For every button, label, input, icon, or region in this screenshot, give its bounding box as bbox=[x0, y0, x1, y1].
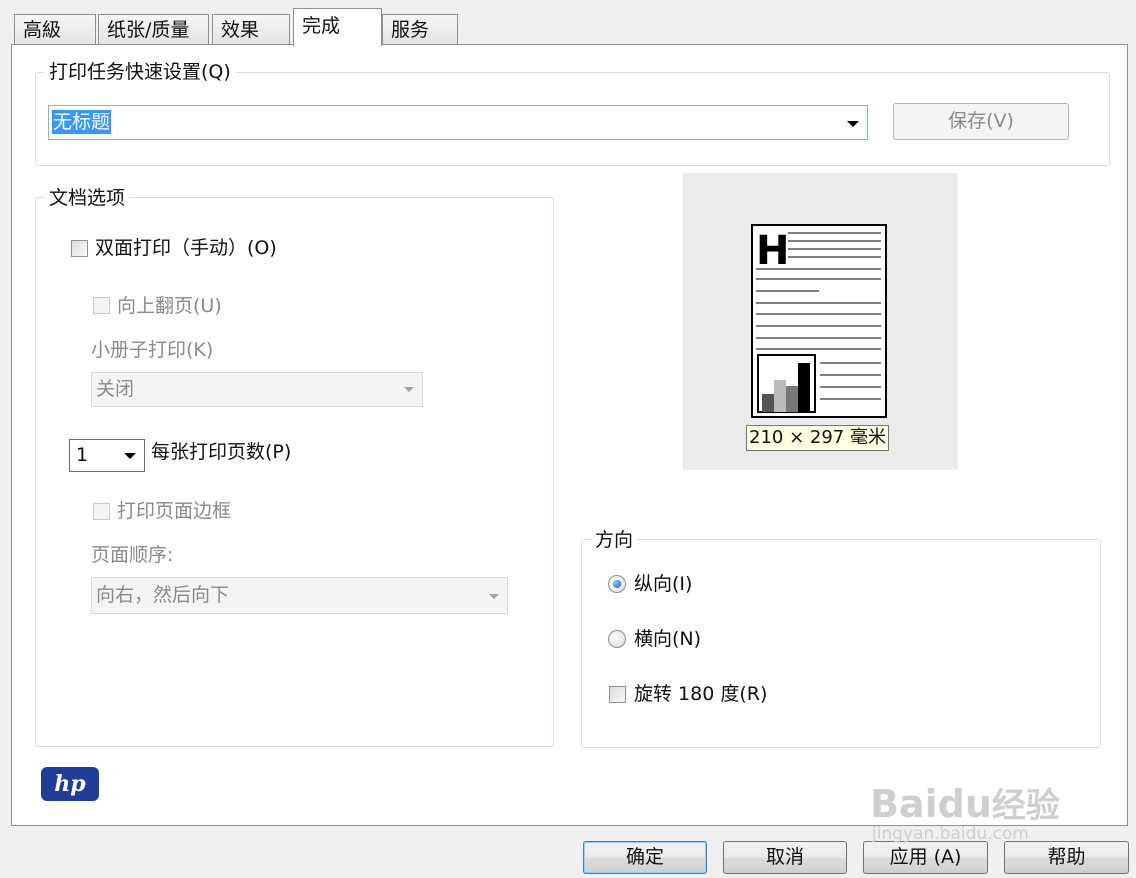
print-borders-checkbox[interactable] bbox=[93, 503, 110, 520]
watermark-logo: Baidu经验 bbox=[870, 778, 1060, 827]
quick-settings-value[interactable]: 无标题 bbox=[52, 110, 112, 134]
duplex-label: 双面打印（手动）(O) bbox=[95, 237, 277, 259]
orientation-legend: 方向 bbox=[591, 529, 638, 551]
apply-button[interactable]: 应用 (A) bbox=[863, 841, 988, 874]
booklet-value: 关闭 bbox=[96, 378, 135, 400]
cancel-button[interactable]: 取消 bbox=[723, 841, 847, 874]
tab-advanced-label: 高級 bbox=[23, 19, 62, 41]
flip-up-checkbox[interactable] bbox=[93, 297, 110, 314]
watermark-brand: Bai bbox=[870, 782, 938, 826]
preview-heading-letter: H bbox=[756, 228, 789, 274]
watermark-url: jingyan.baidu.com bbox=[872, 824, 1029, 844]
ok-button[interactable]: 确定 bbox=[583, 841, 707, 874]
portrait-label: 纵向(I) bbox=[634, 573, 693, 595]
quick-settings-combo[interactable]: 无标题 bbox=[48, 105, 868, 140]
booklet-combo[interactable]: 关闭 bbox=[91, 372, 423, 407]
chevron-down-icon[interactable] bbox=[404, 387, 414, 392]
booklet-label: 小册子打印(K) bbox=[91, 339, 214, 361]
tab-advanced[interactable]: 高級 bbox=[14, 14, 96, 44]
tab-finishing-label: 完成 bbox=[302, 15, 341, 37]
page-order-label: 页面顺序: bbox=[91, 544, 174, 566]
paw-icon: du bbox=[937, 782, 992, 826]
portrait-radio[interactable] bbox=[608, 575, 626, 593]
rotate-180-label: 旋转 180 度(R) bbox=[634, 683, 768, 705]
page-order-value: 向右，然后向下 bbox=[96, 584, 230, 606]
chevron-down-icon[interactable] bbox=[489, 594, 499, 599]
preview-bar bbox=[786, 386, 798, 412]
pages-per-sheet-value: 1 bbox=[76, 444, 89, 466]
watermark-suffix: 经验 bbox=[991, 786, 1060, 826]
page-order-combo[interactable]: 向右，然后向下 bbox=[91, 577, 508, 614]
quick-settings-legend: 打印任务快速设置(Q) bbox=[45, 61, 235, 83]
pages-per-sheet-label: 每张打印页数(P) bbox=[151, 441, 292, 463]
chevron-down-icon[interactable] bbox=[847, 121, 859, 127]
print-borders-label: 打印页面边框 bbox=[117, 500, 232, 522]
tab-paper-quality-label: 纸张/质量 bbox=[107, 19, 190, 41]
tab-panel-finishing: 打印任务快速设置(Q) 无标题 保存(V) 文档选项 双面打印（手动）(O) 向… bbox=[11, 44, 1128, 826]
chevron-down-icon[interactable] bbox=[124, 453, 136, 459]
tab-effects-label: 效果 bbox=[221, 19, 260, 41]
tab-services[interactable]: 服务 bbox=[382, 14, 458, 44]
preview-bar bbox=[774, 380, 786, 412]
page-preview: H 210 × 297 毫米 bbox=[683, 173, 958, 470]
preview-bar bbox=[798, 363, 810, 412]
tab-paper-quality[interactable]: 纸张/质量 bbox=[98, 14, 209, 44]
help-button[interactable]: 帮助 bbox=[1004, 841, 1129, 874]
document-options-group bbox=[35, 197, 554, 747]
hp-logo: hp bbox=[41, 767, 99, 801]
landscape-radio[interactable] bbox=[608, 630, 626, 648]
preview-bar bbox=[762, 394, 774, 412]
duplex-checkbox[interactable] bbox=[71, 240, 88, 257]
document-options-legend: 文档选项 bbox=[45, 187, 130, 209]
save-button[interactable]: 保存(V) bbox=[893, 103, 1069, 140]
flip-up-label: 向上翻页(U) bbox=[117, 295, 222, 317]
rotate-180-checkbox[interactable] bbox=[609, 686, 626, 703]
radio-selected-dot bbox=[613, 580, 621, 588]
tab-services-label: 服务 bbox=[391, 19, 430, 41]
paper-size-label: 210 × 297 毫米 bbox=[746, 425, 889, 451]
tab-effects[interactable]: 效果 bbox=[212, 14, 290, 44]
landscape-label: 横向(N) bbox=[634, 628, 702, 650]
tab-finishing[interactable]: 完成 bbox=[293, 8, 382, 46]
pages-per-sheet-combo[interactable]: 1 bbox=[69, 439, 145, 472]
